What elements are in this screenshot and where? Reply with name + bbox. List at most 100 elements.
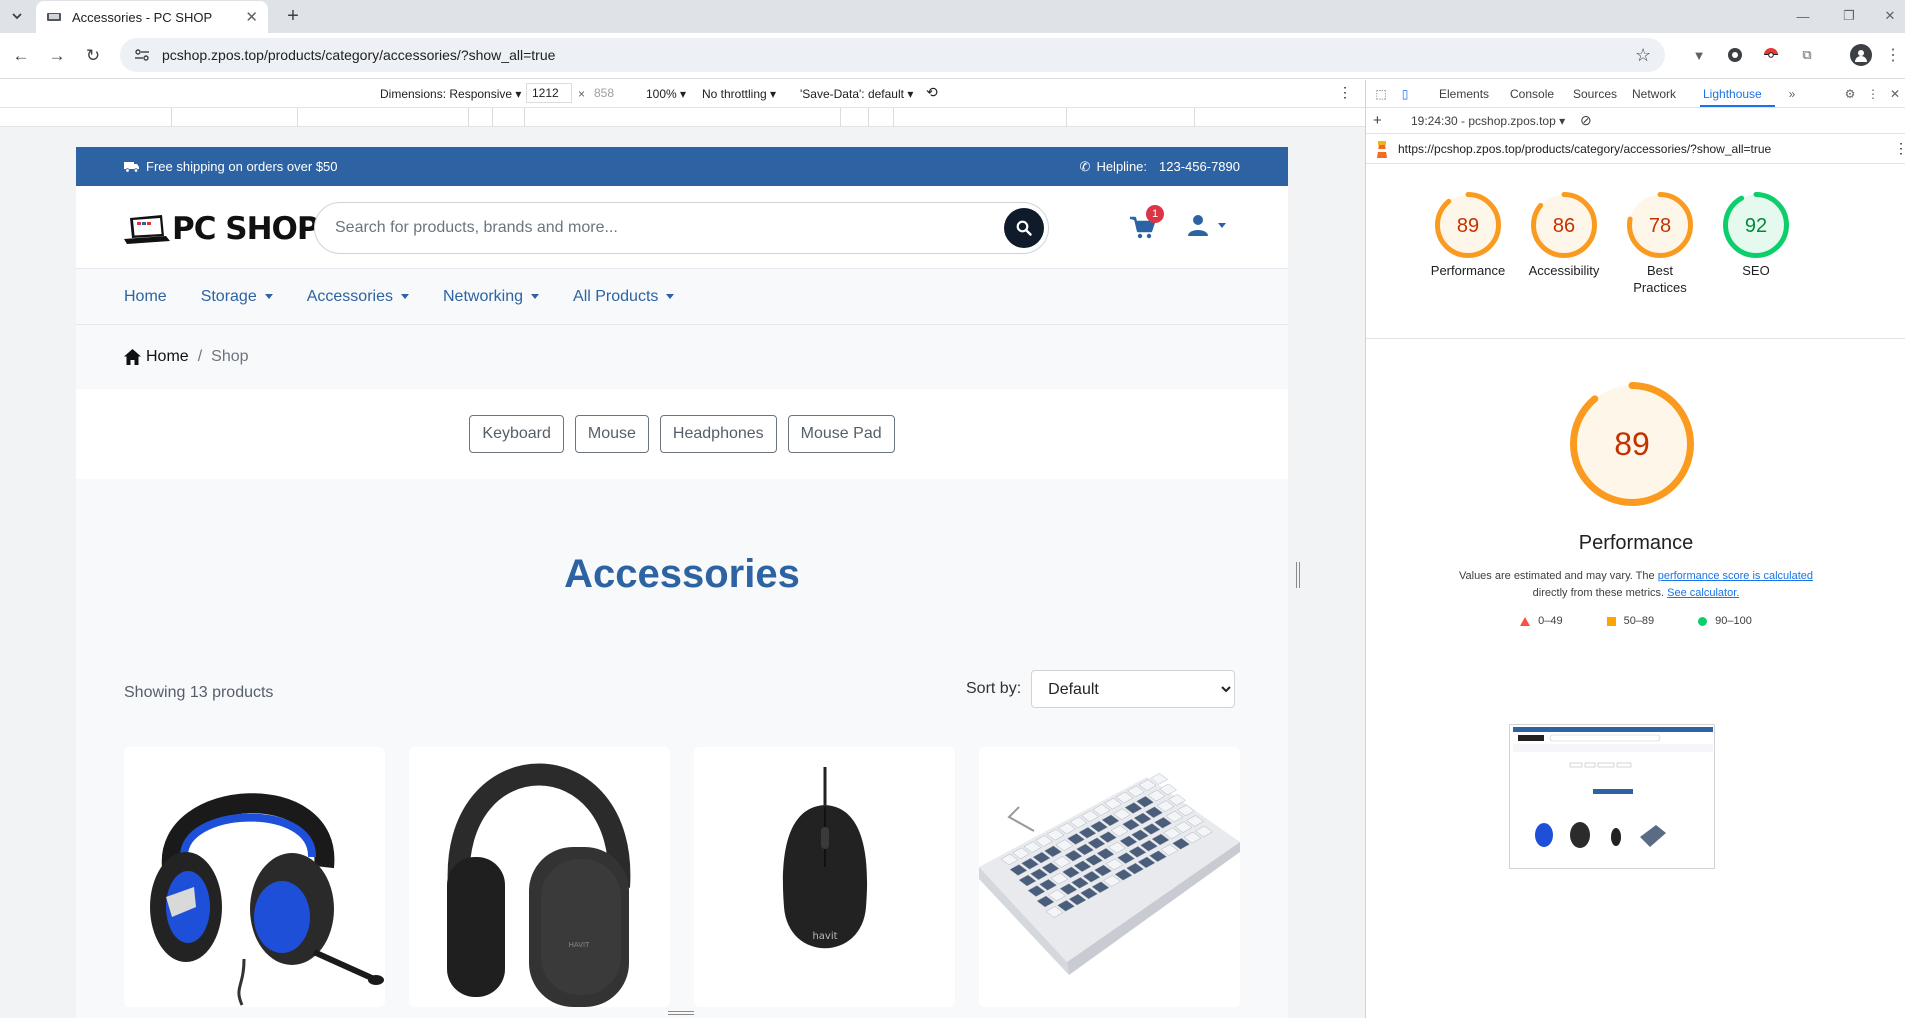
report-menu-icon[interactable]: ⋮ <box>1894 140 1905 157</box>
throttling-dropdown[interactable]: No throttling ▾ <box>702 87 776 101</box>
tab-elements[interactable]: Elements <box>1439 87 1489 101</box>
score-label: Performance <box>1430 263 1506 278</box>
gaming-headset-image <box>150 793 384 1006</box>
extension-icon[interactable] <box>1724 44 1746 66</box>
main-nav: Home Storage Accessories Networking All … <box>76 268 1288 325</box>
score-calculated-link[interactable]: performance score is calculated <box>1658 570 1813 582</box>
performance-big-gauge: 89 <box>1570 382 1700 511</box>
more-menu-icon[interactable]: ⋮ <box>1882 44 1904 66</box>
performance-description: Values are estimated and may vary. The p… <box>1458 570 1813 599</box>
dimensions-dropdown[interactable]: Dimensions: Responsive ▾ <box>380 87 521 101</box>
keyboard-image <box>979 773 1240 975</box>
zoom-dropdown[interactable]: 100% ▾ <box>646 87 686 101</box>
product-card[interactable]: HAVIT <box>409 747 670 1007</box>
helpline-number[interactable]: 123-456-7890 <box>1159 159 1240 174</box>
score-gauge-best-practices[interactable]: 78 Best Practices <box>1610 192 1710 296</box>
resize-handle-right[interactable] <box>1296 562 1300 588</box>
ruler-tick <box>524 108 525 127</box>
chevron-down-icon <box>1218 222 1226 228</box>
settings-gear-icon[interactable]: ⚙ <box>1842 86 1858 102</box>
active-tab-indicator <box>1700 105 1775 107</box>
sort-control: Sort by: Default <box>966 670 1236 708</box>
score-ring: 78 <box>1627 192 1693 258</box>
category-filters: Keyboard Mouse Headphones Mouse Pad <box>76 389 1288 479</box>
tab-lighthouse[interactable]: Lighthouse <box>1703 87 1762 101</box>
maximize-icon[interactable]: ❐ <box>1829 4 1869 28</box>
width-input[interactable]: 1212 <box>526 83 572 103</box>
search-icon <box>1016 220 1032 236</box>
product-grid: HAVIT havit <box>124 747 1240 1007</box>
new-tab-icon[interactable]: + <box>280 3 306 29</box>
bookmark-star-icon[interactable]: ☆ <box>1635 45 1651 66</box>
height-input[interactable]: 858 <box>588 83 634 103</box>
score-legend: 0–49 50–89 90–100 <box>1366 615 1905 627</box>
more-menu-icon[interactable]: ⋮ <box>1865 86 1881 102</box>
tab-network[interactable]: Network <box>1632 87 1676 101</box>
nav-networking[interactable]: Networking <box>443 288 540 306</box>
times-sign: × <box>578 87 586 101</box>
browser-tab[interactable]: Accessories - PC SHOP ✕ <box>36 1 268 33</box>
product-card[interactable]: havit <box>694 747 955 1007</box>
page-screenshot-thumbnail[interactable] <box>1509 724 1715 869</box>
device-toggle-icon[interactable]: ▯ <box>1397 86 1413 102</box>
logo-text: PC SHOP <box>172 211 320 247</box>
nav-accessories[interactable]: Accessories <box>307 288 409 306</box>
close-icon[interactable]: ✕ <box>245 8 258 26</box>
resize-handle-bottom[interactable] <box>668 1011 694 1015</box>
score-gauge-performance[interactable]: 89 Performance <box>1418 192 1518 279</box>
nav-home[interactable]: Home <box>124 288 167 306</box>
profile-avatar-icon[interactable] <box>1850 44 1872 66</box>
sort-select[interactable]: Default <box>1031 670 1236 708</box>
rotate-icon[interactable]: ⟲ <box>926 84 938 101</box>
close-icon[interactable]: ✕ <box>1887 86 1903 102</box>
search-button[interactable] <box>1004 208 1044 248</box>
filter-keyboard[interactable]: Keyboard <box>469 415 564 453</box>
reload-icon[interactable]: ↻ <box>82 45 104 67</box>
breadcrumb-separator: / <box>197 348 203 365</box>
score-gauge-accessibility[interactable]: 86 Accessibility <box>1514 192 1614 279</box>
product-card[interactable] <box>979 747 1240 1007</box>
report-selector[interactable]: 19:24:30 - pcshop.zpos.top ▾ <box>1411 114 1565 128</box>
tab-search-icon[interactable] <box>6 5 28 27</box>
breadcrumb-home[interactable]: Home <box>124 348 189 366</box>
score-gauge-seo[interactable]: 92 SEO <box>1706 192 1806 279</box>
more-options-icon[interactable]: ⋮ <box>1338 84 1352 101</box>
search-input[interactable] <box>335 219 1048 237</box>
close-window-icon[interactable]: ✕ <box>1870 4 1905 28</box>
extensions-puzzle-icon[interactable]: ⧉ <box>1796 44 1818 66</box>
legend-fail: 0–49 <box>1520 615 1563 627</box>
forward-icon[interactable]: → <box>46 45 68 67</box>
extension-icon[interactable]: ▼ <box>1688 44 1710 66</box>
see-calculator-link[interactable]: See calculator. <box>1667 587 1739 599</box>
site-info-icon[interactable] <box>134 48 150 62</box>
save-data-dropdown[interactable]: 'Save-Data': default ▾ <box>800 87 913 101</box>
media-query-ruler[interactable] <box>0 108 1365 127</box>
clear-icon[interactable]: ⊘ <box>1580 112 1592 129</box>
address-bar[interactable]: pcshop.zpos.top/products/category/access… <box>120 38 1665 72</box>
user-menu[interactable] <box>1188 214 1226 236</box>
nav-all-products[interactable]: All Products <box>573 288 675 306</box>
tab-console[interactable]: Console <box>1510 87 1554 101</box>
lighthouse-logo-icon <box>1377 141 1387 158</box>
mouse-image: havit <box>782 767 868 949</box>
product-card[interactable] <box>124 747 385 1007</box>
filter-headphones[interactable]: Headphones <box>659 415 777 453</box>
back-icon[interactable]: ← <box>10 45 32 67</box>
tab-sources[interactable]: Sources <box>1573 87 1617 101</box>
filter-mouse[interactable]: Mouse <box>574 415 649 453</box>
minimize-icon[interactable]: — <box>1783 4 1823 28</box>
nav-storage[interactable]: Storage <box>201 288 273 306</box>
extension-icon[interactable] <box>1760 44 1782 66</box>
filter-mouse-pad[interactable]: Mouse Pad <box>787 415 895 453</box>
helpline-label: Helpline: <box>1096 159 1148 174</box>
site-logo[interactable]: PC SHOP <box>124 211 320 247</box>
new-report-icon[interactable]: + <box>1373 112 1382 129</box>
breadcrumb: Home / Shop <box>76 325 1288 389</box>
score-value: 78 <box>1649 215 1671 237</box>
inspect-element-icon[interactable]: ⬚ <box>1373 86 1389 102</box>
score-label: Best Practices <box>1633 263 1687 295</box>
more-tabs-icon[interactable]: » <box>1784 86 1800 102</box>
phone-icon: ✆ <box>1079 158 1091 174</box>
legend-pass: 90–100 <box>1698 615 1752 627</box>
circle-icon <box>1698 616 1708 626</box>
